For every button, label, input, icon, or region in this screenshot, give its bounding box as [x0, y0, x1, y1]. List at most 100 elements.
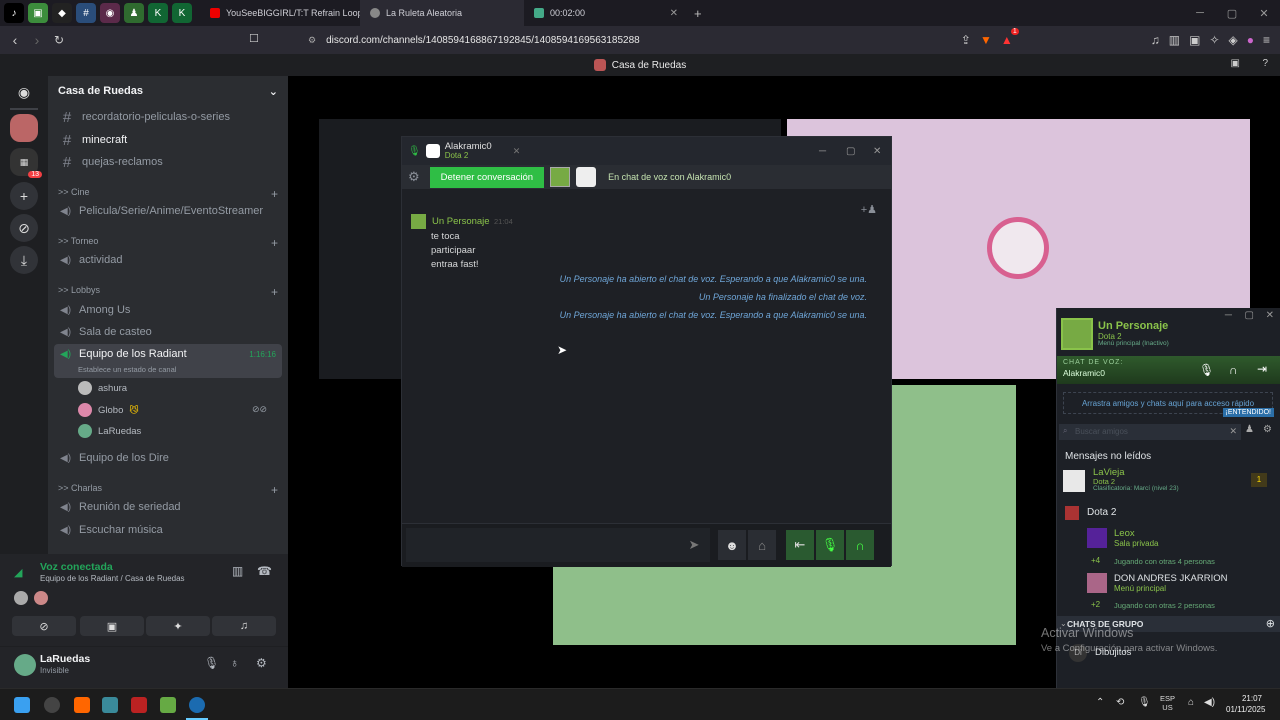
- network-icon[interactable]: ⌂: [1188, 697, 1194, 708]
- sidebar-icon[interactable]: ▥: [1169, 33, 1180, 47]
- pinned-tab-6[interactable]: ♟: [124, 3, 144, 23]
- explore-icon[interactable]: ⊘: [10, 214, 38, 242]
- channel-status-hint[interactable]: Establece un estado de canal: [78, 365, 176, 374]
- minimize-icon[interactable]: ─: [819, 146, 841, 157]
- pinned-tab-4[interactable]: #: [76, 3, 96, 23]
- headphones-button[interactable]: ∩: [846, 530, 874, 560]
- minimize-icon[interactable]: ─: [1184, 7, 1216, 20]
- friend-item[interactable]: Leox Sala privada +4 Jugando con otras 4…: [1057, 526, 1280, 570]
- taskbar-app-steam[interactable]: [189, 697, 205, 713]
- media-icon[interactable]: ♫: [1151, 33, 1160, 47]
- menu-icon[interactable]: ≡: [1263, 33, 1270, 47]
- taskbar-app-brave[interactable]: [74, 697, 90, 713]
- share-icon[interactable]: ⇪: [961, 33, 971, 47]
- emoji-button[interactable]: ☻: [718, 530, 746, 560]
- add-channel-icon[interactable]: +: [271, 285, 278, 299]
- voice-member[interactable]: LaRuedas: [78, 424, 141, 438]
- voice-location[interactable]: Equipo de los Radiant / Casa de Ruedas: [40, 574, 185, 583]
- kick-pinned-tab[interactable]: K: [148, 3, 168, 23]
- add-server-icon[interactable]: +: [10, 182, 38, 210]
- forward-icon[interactable]: ›: [26, 32, 48, 48]
- close-tab-icon[interactable]: ✕: [513, 146, 521, 157]
- send-button[interactable]: ➤: [680, 530, 708, 560]
- category-charlas[interactable]: >> Charlas +: [58, 483, 278, 497]
- add-channel-icon[interactable]: +: [271, 187, 278, 201]
- brave-shield-icon[interactable]: ▼: [980, 33, 992, 47]
- rewards-icon[interactable]: ▲ 1: [1001, 28, 1019, 47]
- vpn-icon[interactable]: ◈: [1229, 33, 1238, 47]
- add-channel-icon[interactable]: +: [271, 483, 278, 497]
- headphones-icon[interactable]: ∩: [1229, 363, 1238, 377]
- got-it-button[interactable]: ¡ENTENDIDO!: [1222, 408, 1274, 417]
- stop-voice-button[interactable]: Detener conversación: [429, 166, 545, 188]
- back-icon[interactable]: ‹: [4, 32, 26, 48]
- minimize-icon[interactable]: ─: [1225, 310, 1232, 321]
- reload-icon[interactable]: ↻: [48, 33, 70, 47]
- volume-icon[interactable]: ◀): [1204, 697, 1215, 708]
- pinned-tab-5[interactable]: ◉: [100, 3, 120, 23]
- camera-off-button[interactable]: ⊘: [12, 616, 76, 636]
- taskbar-app-dota[interactable]: [131, 697, 147, 713]
- leave-voice-button[interactable]: ⇤: [786, 530, 814, 560]
- voice-channel-actividad[interactable]: ◀) actividad: [56, 249, 282, 271]
- maximize-icon[interactable]: ▢: [1245, 310, 1254, 321]
- add-channel-icon[interactable]: +: [271, 236, 278, 250]
- disconnect-icon[interactable]: ☎: [257, 564, 272, 578]
- discord-home-icon[interactable]: ◉: [10, 78, 38, 106]
- server-header[interactable]: Casa de Ruedas ⌄: [48, 76, 288, 106]
- add-friend-icon[interactable]: ♟: [1245, 424, 1254, 435]
- close-window-icon[interactable]: ✕: [1248, 7, 1280, 20]
- close-window-icon[interactable]: ✕: [1266, 310, 1274, 321]
- taskbar-app-obs[interactable]: [44, 697, 60, 713]
- language-indicator[interactable]: ESP US: [1160, 694, 1175, 712]
- tab-timer[interactable]: 00:02:00 ✕: [524, 0, 688, 26]
- category-lobbys[interactable]: >> Lobbys +: [58, 285, 278, 299]
- category-cine[interactable]: >> Cine +: [58, 187, 278, 201]
- game-group-header[interactable]: Dota 2: [1087, 507, 1116, 518]
- soundboard-button[interactable]: ♫: [212, 616, 276, 636]
- profile-icon[interactable]: ●: [1247, 33, 1254, 47]
- voice-channel-casteo[interactable]: ◀) Sala de casteo: [56, 321, 282, 343]
- settings-icon[interactable]: ⚙: [1263, 424, 1272, 435]
- channel-minecraft[interactable]: # minecraft: [56, 129, 282, 151]
- new-tab-button[interactable]: +: [694, 6, 702, 21]
- voice-channel-seriedad[interactable]: ◀) Reunión de seriedad: [56, 496, 282, 518]
- soundboard-wave-icon[interactable]: ▥: [232, 564, 243, 578]
- maximize-icon[interactable]: ▢: [846, 146, 868, 157]
- voice-member[interactable]: Globo 😼: [78, 403, 139, 417]
- voice-channel-cine[interactable]: ◀) Pelicula/Serie/Anime/EventoStreamer: [56, 200, 282, 222]
- clear-icon[interactable]: ✕: [1229, 426, 1237, 437]
- chat-input[interactable]: [406, 528, 710, 562]
- chevron-down-icon[interactable]: ⌄: [269, 85, 278, 98]
- channel-quejas[interactable]: # quejas-reclamos: [56, 151, 282, 173]
- category-torneo[interactable]: >> Torneo +: [58, 236, 278, 250]
- settings-icon[interactable]: ⚙: [408, 169, 420, 185]
- settings-icon[interactable]: ⚙: [256, 656, 267, 670]
- tiktok-pinned-tab[interactable]: ♪: [4, 3, 24, 23]
- leave-voice-icon[interactable]: ⇥: [1257, 362, 1267, 376]
- download-icon[interactable]: ⤓: [10, 246, 38, 274]
- attach-button[interactable]: ⌂: [748, 530, 776, 560]
- microphone-icon[interactable]: 🎙: [1199, 363, 1214, 377]
- add-friend-icon[interactable]: +♟: [861, 203, 877, 216]
- tray-chevron-icon[interactable]: ⌃: [1096, 697, 1104, 708]
- voice-channel-among-us[interactable]: ◀) Among Us: [56, 299, 282, 321]
- pinned-tab-3[interactable]: ◆: [52, 3, 72, 23]
- user-avatar[interactable]: [14, 654, 36, 676]
- site-info-icon[interactable]: ⚙: [308, 35, 316, 46]
- kick-pinned-tab-2[interactable]: K: [172, 3, 192, 23]
- self-avatar[interactable]: [1061, 318, 1093, 350]
- extensions-icon[interactable]: ✧: [1209, 33, 1219, 47]
- wallet-icon[interactable]: ▣: [1189, 33, 1200, 47]
- channel-recordatorio[interactable]: # recordatorio-peliculas-o-series: [56, 106, 282, 128]
- server-casa-de-ruedas[interactable]: [10, 114, 38, 142]
- tray-app-icon[interactable]: ⟲: [1116, 697, 1124, 708]
- microphone-icon[interactable]: 🎙: [1138, 697, 1151, 708]
- friend-search-input[interactable]: ⌕ Buscar amigos ✕: [1059, 424, 1241, 440]
- activities-button[interactable]: ✦: [146, 616, 210, 636]
- headphones-icon[interactable]: ♁: [230, 656, 239, 670]
- pinned-tab-2[interactable]: ▣: [28, 3, 48, 23]
- add-group-icon[interactable]: ⊕: [1266, 617, 1275, 630]
- inbox-icon[interactable]: ▣: [1231, 58, 1240, 69]
- self-name[interactable]: Un Personaje: [1098, 320, 1168, 332]
